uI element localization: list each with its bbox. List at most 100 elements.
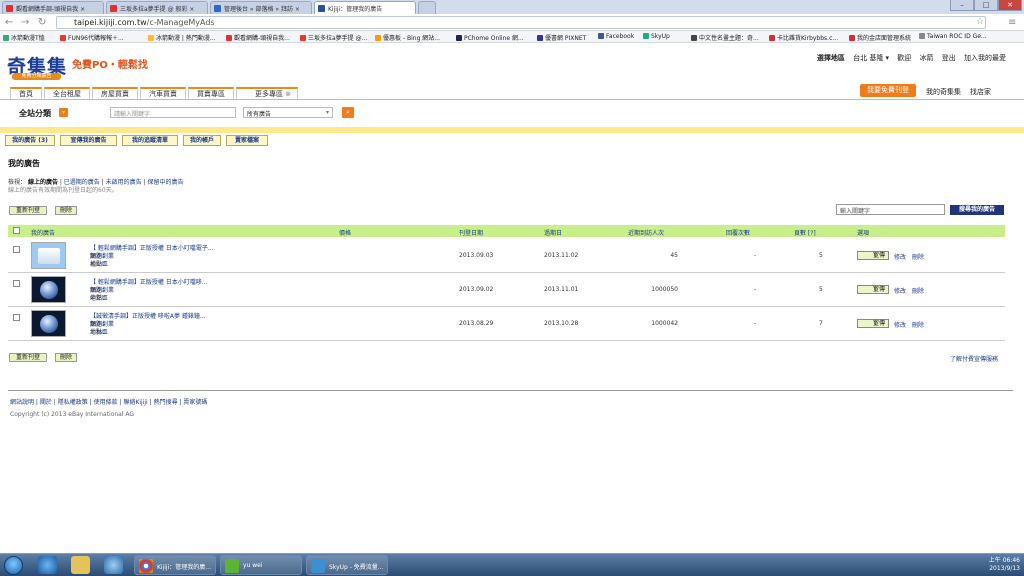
ad-thumbnail[interactable]: [31, 310, 66, 337]
bookmark-favicon-icon: [148, 35, 154, 41]
footer-link[interactable]: 網站說明: [10, 399, 34, 406]
favicon-icon: [6, 5, 13, 12]
bookmark-item[interactable]: 觀看網購-頭視自我...: [226, 33, 290, 42]
ad-pages: 5: [819, 286, 823, 293]
renew-button-bottom[interactable]: 重新刊登: [9, 353, 47, 362]
row-checkbox[interactable]: [13, 314, 20, 321]
col-price[interactable]: 價格: [339, 228, 351, 237]
browser-tabstrip: 觀看網購手調-頭視自我 × 三坂多拉a夢手提 @ 般彩 × 管理後台 » 部落格…: [0, 0, 1024, 14]
address-bar[interactable]: taipei.kijiji.com.tw/c-ManageMyAds: [56, 16, 986, 29]
col-posted[interactable]: 刊登日期: [459, 228, 483, 237]
taskbar: Kijiji：管理我的廣... yu wei SkyUp - 免費流量... 上…: [0, 553, 1024, 576]
promote-button[interactable]: ⇧ 宣傳: [857, 251, 889, 260]
footer-link[interactable]: 使用條款: [94, 399, 118, 406]
ad-thumbnail[interactable]: [31, 242, 66, 269]
scope-select[interactable]: 所有廣告 ▾: [243, 107, 333, 118]
footer-link[interactable]: 賣家號碼: [183, 399, 207, 406]
learn-more-link[interactable]: 了解付費宣傳服務: [950, 354, 998, 363]
browser-tab[interactable]: 三坂多拉a夢手提 @ 般彩 ×: [106, 1, 208, 14]
store-link[interactable]: 找店家: [970, 87, 991, 97]
browser-tab[interactable]: 管理後台 » 部落格 » 拜訪 ×: [210, 1, 312, 14]
edit-link[interactable]: 修改: [894, 322, 906, 329]
logout-link[interactable]: 登出: [942, 54, 956, 62]
subtab-account[interactable]: 我的帳戶: [183, 135, 221, 146]
keyword-input[interactable]: 請輸入關鍵字: [110, 107, 236, 118]
row-checkbox[interactable]: [13, 280, 20, 287]
table-row: 【 輕鬆網購手調】正版授權 日本小叮噹電子... 類別： 網路創業 地點： 松山區 201…: [8, 239, 1005, 273]
subtab-watchlist[interactable]: 我的追蹤清單: [122, 135, 178, 146]
task-chrome[interactable]: Kijiji：管理我的廣...: [134, 555, 216, 575]
task-line[interactable]: yu wei: [220, 555, 302, 575]
bookmark-item[interactable]: 優書網 PIXNET: [537, 33, 586, 42]
remove-link[interactable]: 刪除: [912, 322, 924, 329]
renew-button[interactable]: 重新刊登: [9, 206, 47, 215]
bookmark-item[interactable]: 優惠板 - Bing 網站...: [375, 33, 440, 42]
footer-link[interactable]: 隱私權政策: [58, 399, 88, 406]
promote-button[interactable]: ⇧ 宣傳: [857, 285, 889, 294]
browser-tab[interactable]: 觀看網購手調-頭視自我 ×: [2, 1, 104, 14]
new-tab-button[interactable]: [418, 1, 436, 14]
edit-link[interactable]: 修改: [894, 254, 906, 261]
delete-button[interactable]: 刪除: [55, 206, 77, 215]
ad-thumbnail[interactable]: [31, 276, 66, 303]
close-circle-icon[interactable]: ⊗: [285, 90, 291, 98]
bookmark-item[interactable]: 中文性名畫主題：奇...: [691, 33, 759, 42]
folder-icon[interactable]: [71, 556, 90, 574]
system-tray-clock[interactable]: 上午 06:46 2013/9/13: [989, 557, 1020, 573]
subtab-seller-profile[interactable]: 賣家檔案: [226, 135, 268, 146]
reload-icon[interactable]: ↻: [38, 17, 46, 28]
star-icon[interactable]: ☆: [976, 17, 984, 28]
col-replies[interactable]: 回覆次數: [726, 228, 750, 237]
col-expires[interactable]: 過期日: [544, 228, 562, 237]
media-icon[interactable]: [104, 556, 123, 574]
myads-search-input[interactable]: 輸入關鍵字: [836, 204, 945, 215]
start-button[interactable]: [4, 556, 23, 575]
bookmark-item[interactable]: PChome Online 網...: [456, 33, 524, 42]
subtab-my-ads[interactable]: 我的廣告 (3): [5, 135, 55, 146]
bookmark-item[interactable]: 卡比雜貨Kirbybbs.c...: [769, 33, 838, 42]
bookmark-item[interactable]: 我的金店面管理系統: [849, 33, 911, 42]
bookmark-item[interactable]: 冰箭動漫T恤: [3, 33, 45, 42]
bookmark-item[interactable]: SkyUp: [643, 33, 670, 40]
bookmark-item[interactable]: Facebook: [598, 33, 634, 40]
username-link[interactable]: 冰箭: [920, 54, 934, 62]
col-pages[interactable]: 頁數 [?]: [794, 228, 816, 237]
browser-tab-active[interactable]: Kijiji：管理我的廣告: [314, 1, 416, 14]
filter-reserved[interactable]: 保留中的廣告: [148, 179, 184, 186]
remove-link[interactable]: 刪除: [912, 288, 924, 295]
footer-link[interactable]: 聯絡Kijiji: [123, 399, 147, 406]
maximize-icon[interactable]: □: [974, 0, 998, 11]
close-icon[interactable]: ✕: [998, 0, 1022, 11]
chrome-icon: [139, 559, 153, 573]
bookmark-item[interactable]: Taiwan ROC ID Ge...: [919, 33, 987, 40]
bookmark-item[interactable]: FUN96代購報報＋...: [60, 33, 124, 42]
subtab-promote[interactable]: 宣傳我的廣告: [60, 135, 117, 146]
back-icon[interactable]: ←: [5, 17, 13, 28]
minimize-icon[interactable]: –: [950, 0, 974, 11]
favorite-link[interactable]: 加入我的最愛: [964, 54, 1006, 62]
menu-icon[interactable]: ≡: [1008, 17, 1016, 28]
remove-link[interactable]: 刪除: [912, 254, 924, 261]
region-select[interactable]: 台北 基隆 ▾: [853, 54, 889, 62]
search-button[interactable]: ⌕: [342, 107, 354, 118]
my-kijiji-link[interactable]: 我的奇集集: [926, 87, 961, 97]
delete-button-bottom[interactable]: 刪除: [55, 353, 77, 362]
row-checkbox[interactable]: [13, 246, 20, 253]
promote-button[interactable]: ⇧ 宣傳: [857, 319, 889, 328]
footer-link[interactable]: 關於: [40, 399, 52, 406]
select-all-checkbox[interactable]: [13, 227, 20, 234]
ie-icon[interactable]: [38, 556, 57, 574]
post-ad-button[interactable]: 我要免費刊登: [860, 84, 916, 97]
edit-link[interactable]: 修改: [894, 288, 906, 295]
chevron-down-icon[interactable]: ▾: [59, 108, 68, 117]
bookmark-item[interactable]: 三坂多拉a夢手提 @...: [300, 33, 367, 42]
footer-link[interactable]: 熱門搜尋: [154, 399, 178, 406]
bookmark-favicon-icon: [849, 35, 855, 41]
bookmark-item[interactable]: 冰箭動漫 | 熱門動漫...: [148, 33, 216, 42]
task-skyup[interactable]: SkyUp - 免費流量...: [306, 555, 388, 575]
col-ad[interactable]: 我的廣告: [31, 228, 55, 237]
myads-search-button[interactable]: 搜尋我的廣告: [950, 205, 1004, 215]
forward-icon[interactable]: →: [21, 17, 29, 28]
all-categories-label[interactable]: 全站分類: [19, 108, 51, 119]
col-visits[interactable]: 近期到訪人次: [628, 228, 664, 237]
